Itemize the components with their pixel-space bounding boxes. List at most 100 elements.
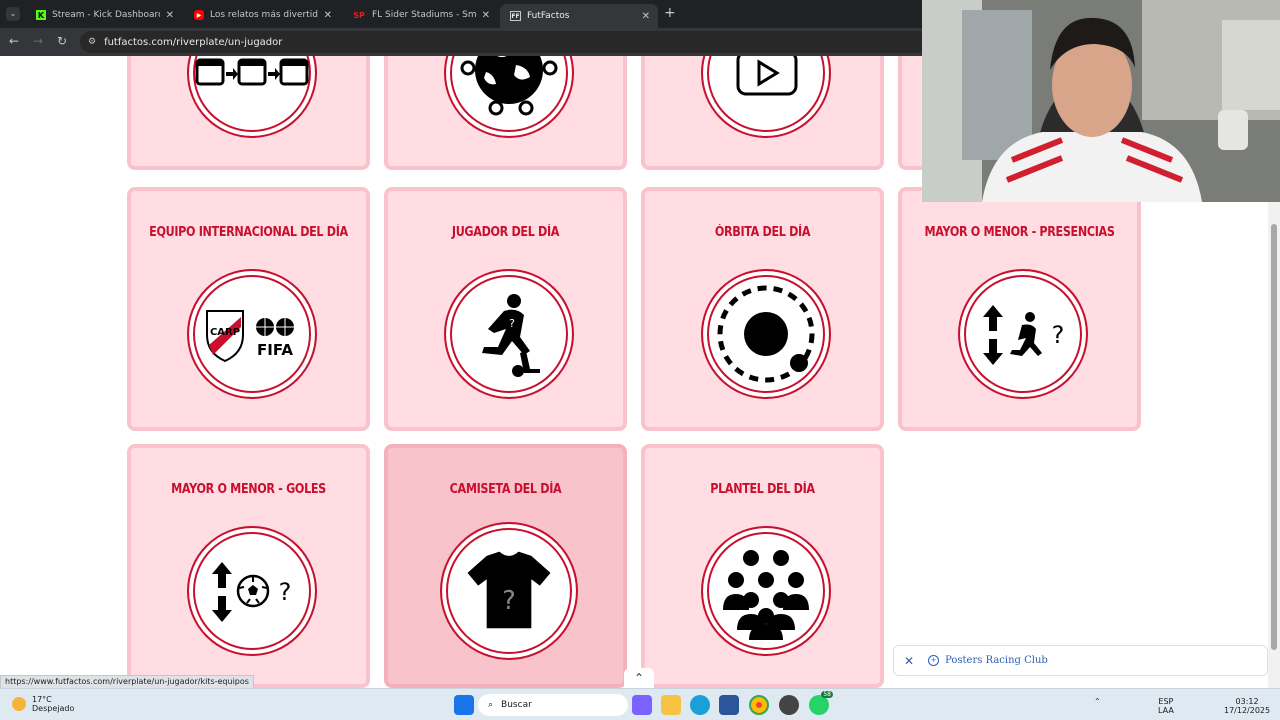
windows-taskbar: 17°C Despejado ⌕ Buscar 58 ⌃ ESP LAA 03:… — [0, 688, 1280, 720]
game-card-equipo-internacional[interactable]: EQUIPO INTERNACIONAL DEL DÍA CARP FIFA — [127, 187, 370, 431]
svg-text:?: ? — [279, 578, 292, 606]
tab-youtube[interactable]: ▶ Los relatos más divertidos de M ✕ — [184, 4, 340, 26]
svg-text:FIFA: FIFA — [257, 341, 293, 359]
close-tab-icon[interactable]: ✕ — [482, 10, 490, 21]
card-title: PLANTEL DEL DÍA — [710, 482, 815, 497]
file-explorer-icon[interactable] — [661, 695, 681, 715]
card-title: MAYOR O MENOR - GOLES — [171, 482, 326, 497]
mystery-player-icon: ? — [482, 294, 540, 377]
clock[interactable]: 03:12 17/12/2025 — [1224, 697, 1270, 715]
pin-icon: + — [928, 655, 940, 666]
card-title: EQUIPO INTERNACIONAL DEL DÍA — [149, 225, 348, 240]
back-icon[interactable]: ← — [9, 34, 19, 48]
card-icon-circle — [187, 56, 317, 138]
streamer-camera-image — [922, 0, 1280, 202]
game-card-plantel[interactable]: PLANTEL DEL DÍA — [641, 444, 884, 688]
card-title: JUGADOR DEL DÍA — [451, 225, 560, 240]
reload-icon[interactable]: ↻ — [57, 34, 67, 48]
tab-title: FL Sider Stadiums - SmokePatch — [372, 10, 476, 20]
store-icon[interactable] — [719, 695, 739, 715]
whatsapp-icon[interactable]: 58 — [809, 691, 833, 715]
card-icon-circle — [701, 56, 831, 138]
svg-text:?: ? — [1052, 321, 1065, 349]
windows-start-icon[interactable] — [454, 695, 474, 715]
card-title: CAMISETA DEL DÍA — [449, 482, 562, 497]
weather-text: Despejado — [32, 704, 75, 713]
card-icon-circle: CARP FIFA — [187, 269, 317, 399]
forward-icon[interactable]: → — [33, 34, 43, 48]
weather-widget[interactable]: 17°C Despejado — [12, 695, 74, 713]
game-card-world[interactable] — [384, 56, 627, 170]
new-tab-button[interactable]: + — [664, 5, 676, 21]
game-card-video[interactable] — [641, 56, 884, 170]
calendars-icon — [195, 58, 309, 86]
youtube-favicon-icon: ▶ — [194, 10, 204, 20]
status-url: https://www.futfactos.com/riverplate/un-… — [0, 675, 254, 689]
card-icon-circle — [444, 56, 574, 138]
higher-lower-ball-icon: ? — [212, 562, 292, 622]
close-tab-icon[interactable]: ✕ — [324, 10, 332, 21]
time: 03:12 — [1235, 697, 1259, 706]
scrollbar-thumb[interactable] — [1271, 224, 1277, 650]
card-icon-circle: ? — [187, 526, 317, 656]
card-title: MAYOR O MENOR - PRESENCIAS — [924, 225, 1115, 240]
game-card-camiseta[interactable]: CAMISETA DEL DÍA ? — [384, 444, 627, 688]
search-placeholder: Buscar — [501, 700, 532, 710]
game-card-presencias[interactable]: MAYOR O MENOR - PRESENCIAS ? — [898, 187, 1141, 431]
close-tab-icon[interactable]: ✕ — [642, 11, 650, 22]
tab-title: Stream - Kick Dashboard — [52, 10, 160, 20]
kick-favicon-icon: K — [36, 10, 46, 20]
card-title: ÓRBITA DEL DÍA — [714, 225, 811, 240]
url-text: futfactos.com/riverplate/un-jugador — [104, 36, 283, 48]
card-icon-circle: ? — [440, 522, 578, 660]
keyboard-layout: LAA — [1158, 706, 1174, 715]
copilot-icon[interactable] — [632, 695, 652, 715]
futfactos-favicon-icon: FF — [510, 11, 521, 21]
site-info-icon[interactable]: ⚙ — [88, 37, 96, 47]
taskbar-search[interactable]: ⌕ Buscar — [478, 694, 628, 716]
game-card-orbita[interactable]: ÓRBITA DEL DÍA — [641, 187, 884, 431]
card-icon-circle: ? — [444, 269, 574, 399]
tab-smokepatch[interactable]: SP FL Sider Stadiums - SmokePatch ✕ — [342, 4, 498, 26]
world-network-icon — [460, 56, 558, 116]
close-tab-icon[interactable]: ✕ — [166, 10, 174, 21]
squad-icon — [723, 550, 809, 640]
tab-search-button[interactable]: ⌄ — [6, 7, 20, 21]
webcam-overlay — [922, 0, 1280, 202]
language-code: ESP — [1158, 697, 1174, 706]
app-icon[interactable] — [779, 695, 799, 715]
chrome-icon[interactable] — [749, 695, 769, 715]
temperature: 17°C — [32, 695, 52, 704]
scroll-top-button[interactable]: ⌃ — [624, 668, 654, 688]
tab-kick-dashboard[interactable]: K Stream - Kick Dashboard ✕ — [26, 4, 182, 26]
game-card-jugador[interactable]: JUGADOR DEL DÍA ? — [384, 187, 627, 431]
date: 17/12/2025 — [1224, 706, 1271, 715]
tab-title: Los relatos más divertidos de M — [210, 10, 318, 20]
game-card-calendar[interactable] — [127, 56, 370, 170]
notification-badge: 58 — [821, 691, 833, 698]
edge-icon[interactable] — [690, 695, 710, 715]
card-icon-circle — [701, 269, 831, 399]
close-icon[interactable]: ✕ — [904, 654, 914, 668]
smokepatch-favicon-icon: SP — [353, 10, 365, 20]
tab-futfactos[interactable]: FF FutFactos ✕ — [500, 4, 658, 28]
svg-text:CARP: CARP — [210, 327, 240, 338]
show-hidden-icons[interactable]: ⌃ — [1094, 697, 1101, 706]
svg-text:?: ? — [509, 317, 515, 330]
tab-title: FutFactos — [527, 11, 570, 21]
card-icon-circle: ? — [958, 269, 1088, 399]
notification-text[interactable]: Posters Racing Club — [945, 655, 1048, 666]
game-card-goles[interactable]: MAYOR O MENOR - GOLES ? — [127, 444, 370, 688]
river-fifa-icon: CARP FIFA — [206, 310, 294, 363]
orbit-icon — [717, 285, 815, 383]
notification-bar[interactable]: ✕ + Posters Racing Club — [893, 645, 1268, 676]
address-bar[interactable]: ⚙ futfactos.com/riverplate/un-jugador — [80, 31, 930, 53]
svg-text:?: ? — [502, 586, 516, 616]
play-video-icon — [736, 56, 798, 96]
mystery-shirt-icon: ? — [467, 551, 551, 629]
search-icon: ⌕ — [488, 700, 494, 710]
language-indicator[interactable]: ESP LAA — [1158, 697, 1174, 715]
higher-lower-player-icon: ? — [983, 305, 1065, 365]
card-icon-circle — [701, 526, 831, 656]
moon-icon — [12, 697, 26, 711]
